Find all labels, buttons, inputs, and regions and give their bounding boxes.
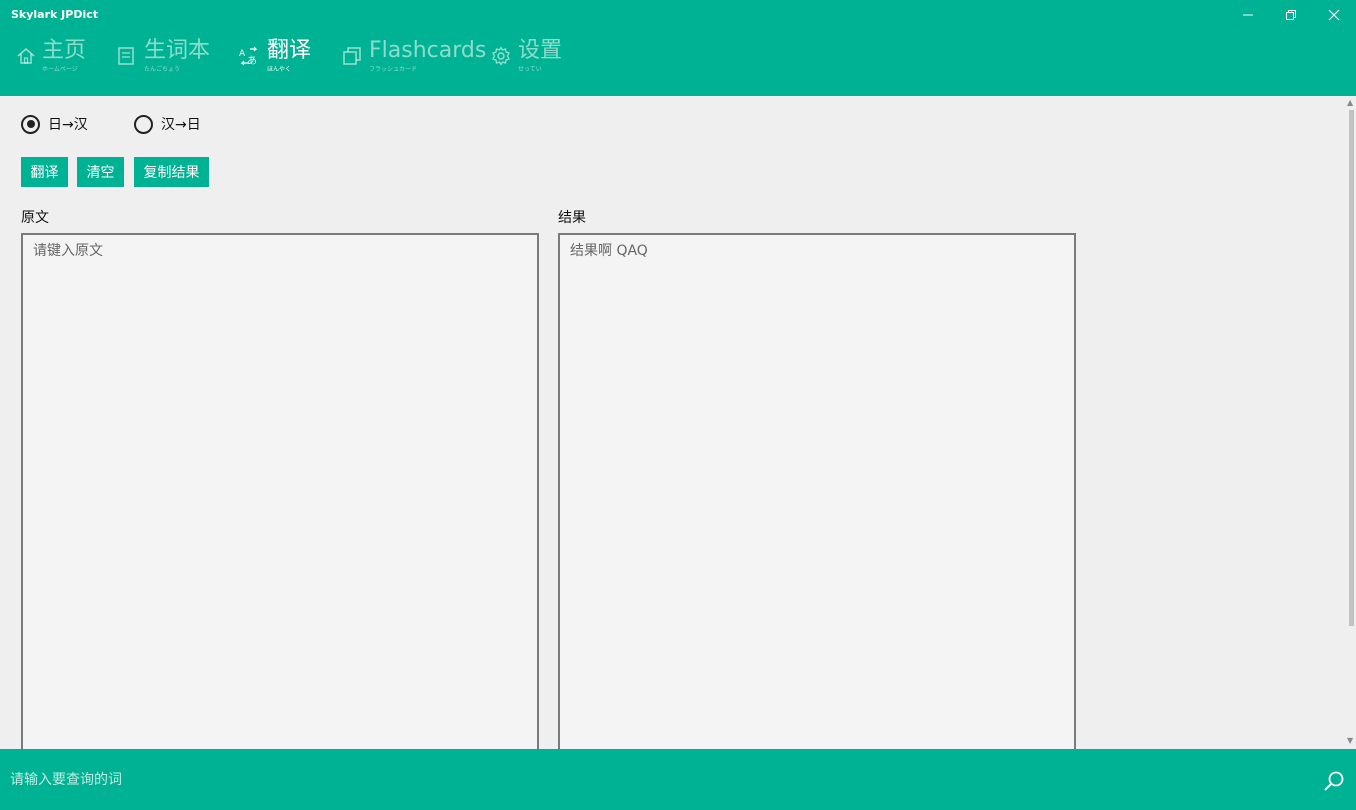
radio-checked-icon[interactable]	[21, 114, 40, 134]
radio-zh-to-ja[interactable]: 汉→日	[134, 113, 201, 135]
nav-item-flashcards[interactable]: Flashcards フラッシュカード	[342, 36, 486, 80]
radio-ja-to-zh[interactable]: 日→汉	[21, 113, 88, 135]
search-input[interactable]	[0, 749, 1300, 810]
app-title: Skylark JPDict	[11, 8, 99, 21]
close-icon	[1328, 9, 1340, 21]
nav-label-home: 主页	[42, 38, 87, 63]
home-icon	[17, 48, 35, 64]
restore-button[interactable]	[1269, 0, 1313, 30]
nav-sub-settings: せってい	[518, 66, 542, 73]
copy-result-button[interactable]: 复制结果	[134, 157, 209, 187]
cards-icon	[343, 47, 361, 65]
scroll-down-icon[interactable]: ▼	[1347, 736, 1353, 745]
close-button[interactable]	[1312, 0, 1356, 30]
nav-item-settings[interactable]: 设置 せってい	[491, 36, 571, 80]
svg-text:あ: あ	[247, 55, 257, 66]
nav-label-flashcards: Flashcards	[369, 38, 487, 63]
clear-button[interactable]: 清空	[77, 157, 124, 187]
nav-label-vocabulary: 生词本	[144, 38, 211, 63]
nav-label-translate: 翻译	[267, 38, 312, 63]
search-bar	[0, 749, 1356, 810]
source-label: 原文	[21, 210, 49, 226]
translate-button[interactable]: 翻译	[21, 157, 68, 187]
restore-icon	[1286, 10, 1296, 20]
minimize-icon	[1243, 14, 1253, 16]
source-textarea[interactable]: 请键入原文	[21, 233, 539, 763]
svg-text:A: A	[239, 49, 246, 59]
nav-item-translate[interactable]: A あ 翻译 ほんやく	[239, 36, 319, 80]
result-textarea[interactable]: 结果啊 QAQ	[558, 233, 1076, 763]
nav-sub-translate: ほんやく	[267, 66, 292, 73]
nav-item-home[interactable]: 主页 ホームページ	[16, 36, 96, 80]
title-bar: Skylark JPDict 主页 ホームページ 生词本 たんごちょう A あ …	[0, 0, 1356, 96]
gear-icon	[492, 46, 510, 66]
nav-sub-flashcards: フラッシュカード	[369, 66, 418, 73]
translate-icon: A あ	[239, 46, 258, 66]
result-label: 结果	[558, 210, 586, 226]
scroll-thumb[interactable]	[1349, 110, 1354, 626]
nav-sub-home: ホームページ	[42, 66, 78, 73]
search-button[interactable]	[1320, 767, 1348, 795]
scroll-up-icon[interactable]: ▲	[1347, 98, 1353, 107]
notebook-icon	[118, 47, 134, 65]
radio-label-ja-to-zh: 日→汉	[48, 117, 88, 133]
nav-sub-vocabulary: たんごちょう	[144, 66, 181, 73]
nav-item-vocabulary[interactable]: 生词本 たんごちょう	[116, 36, 216, 80]
vertical-scrollbar[interactable]: ▲ ▼	[1344, 96, 1356, 750]
search-icon	[1324, 771, 1344, 791]
radio-label-zh-to-ja: 汉→日	[161, 117, 201, 133]
minimize-button[interactable]	[1226, 0, 1270, 30]
nav-label-settings: 设置	[518, 38, 563, 63]
radio-unchecked-icon[interactable]	[134, 114, 153, 134]
